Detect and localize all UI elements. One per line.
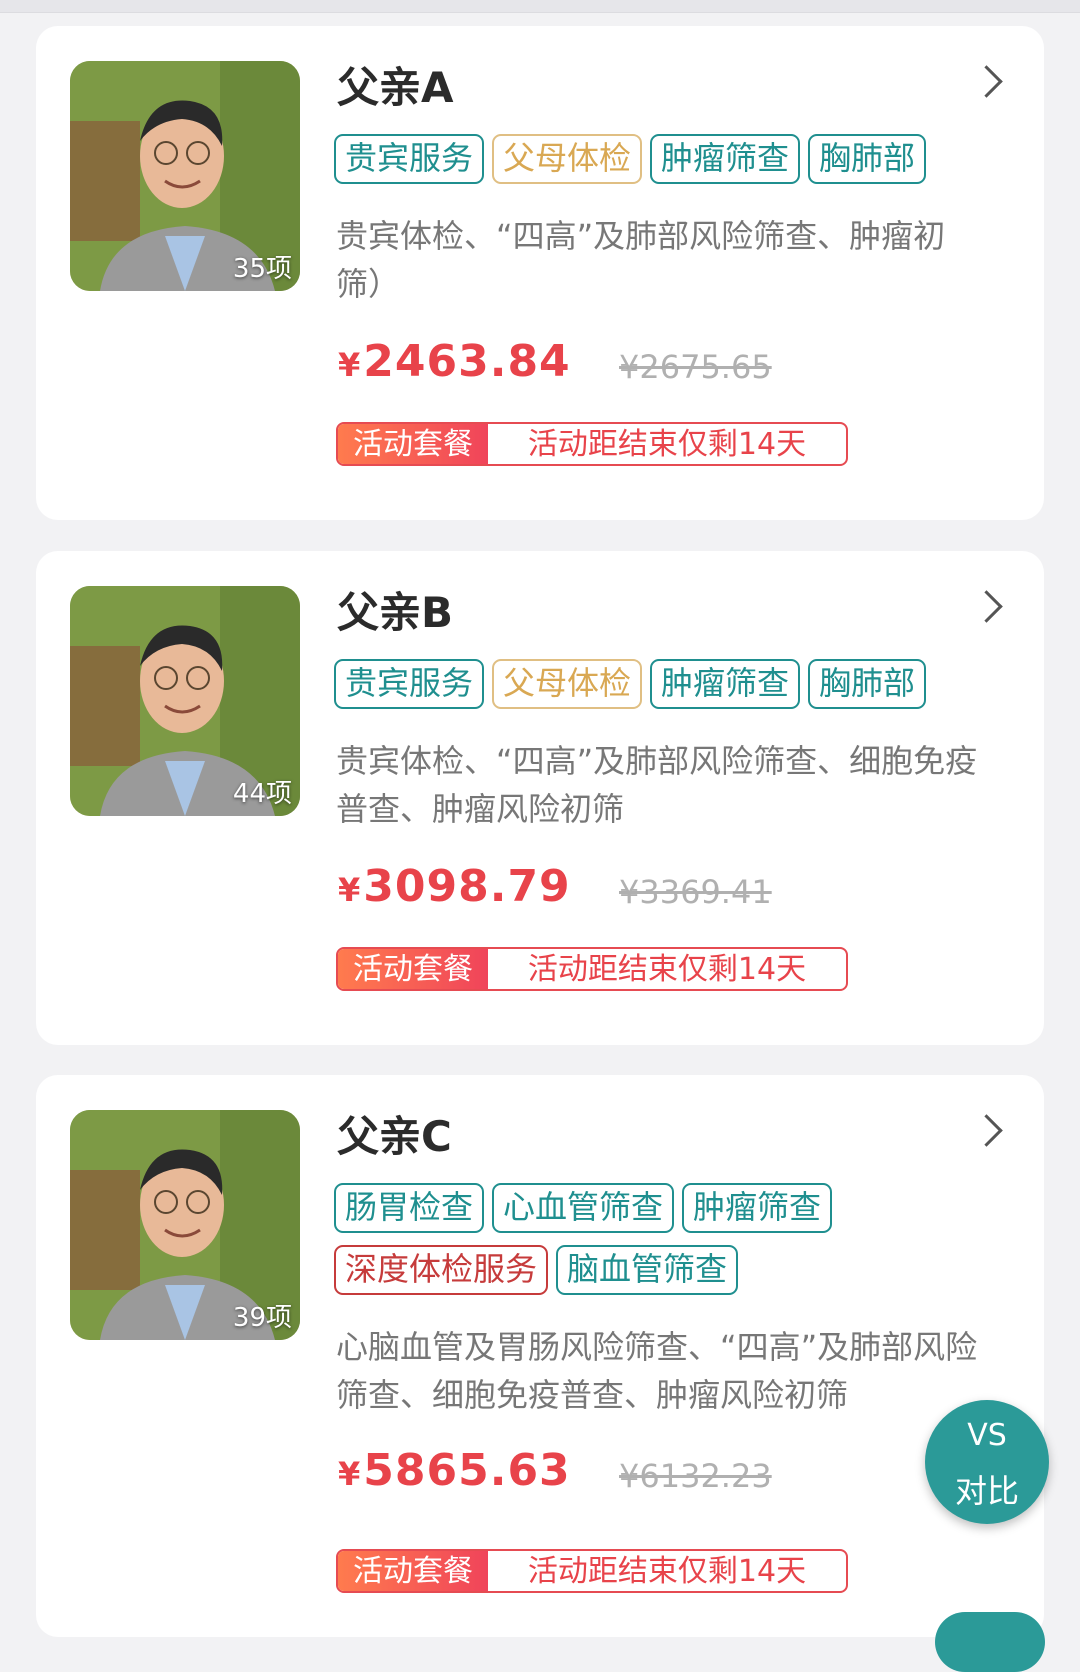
package-thumbnail: 39项 — [70, 1110, 300, 1340]
original-price: ¥2675.65 — [619, 348, 772, 386]
tag-list: 贵宾服务 父母体检 肿瘤筛查 胸肺部 — [334, 134, 1014, 196]
item-count: 39项 — [232, 1303, 292, 1333]
compare-button-vs: VS — [967, 1418, 1007, 1453]
currency-symbol: ¥ — [338, 346, 362, 384]
event-badge: 活动套餐 活动距结束仅剩14天 — [336, 1549, 848, 1593]
item-count: 35项 — [232, 254, 292, 284]
tag-list: 肠胃检查 心血管筛查 肿瘤筛查深度体检服务 脑血管筛查 — [334, 1183, 1014, 1307]
tag: 胸肺部 — [808, 659, 927, 709]
package-description: 心脑血管及胃肠风险筛查、“四高”及肺部风险筛查、细胞免疫普查、肿瘤风险初筛 — [336, 1328, 978, 1414]
top-divider — [0, 0, 1080, 13]
badge-countdown: 活动距结束仅剩14天 — [527, 427, 807, 462]
package-description: 贵宾体检、“四高”及肺部风险筛查、细胞免疫普查、肿瘤风险初筛 — [336, 742, 978, 828]
tag: 父母体检 — [492, 134, 643, 184]
chevron-right-icon[interactable] — [970, 590, 1003, 623]
event-badge: 活动套餐 活动距结束仅剩14天 — [336, 947, 848, 991]
compare-button-label: 对比 — [954, 1472, 1019, 1510]
item-count: 44项 — [232, 779, 292, 809]
price-value: 3098.79 — [363, 861, 571, 912]
price-value: 5865.63 — [363, 1445, 571, 1496]
event-badge: 活动套餐 活动距结束仅剩14天 — [336, 422, 848, 466]
tag: 脑血管筛查 — [556, 1245, 739, 1295]
current-price: ¥5865.63 — [338, 1445, 571, 1496]
badge-countdown: 活动距结束仅剩14天 — [527, 952, 807, 987]
tag: 心血管筛查 — [492, 1183, 675, 1233]
package-title: 父亲B — [337, 588, 454, 637]
original-price: ¥6132.23 — [619, 1457, 772, 1495]
chevron-right-icon[interactable] — [970, 1114, 1003, 1147]
current-price: ¥2463.84 — [338, 336, 571, 387]
package-description: 贵宾体检、“四高”及肺部风险筛查、肿瘤初筛） — [336, 217, 946, 303]
tag: 胸肺部 — [808, 134, 927, 184]
current-price: ¥3098.79 — [338, 861, 571, 912]
price-value: 2463.84 — [363, 336, 571, 387]
tag: 父母体检 — [492, 659, 643, 709]
currency-symbol: ¥ — [338, 871, 362, 909]
package-card-b[interactable]: 44项 父亲B 贵宾服务 父母体检 肿瘤筛查 胸肺部 贵宾体检、“四高”及肺部风险筛查… — [36, 551, 1044, 1045]
package-thumbnail: 44项 — [70, 586, 300, 816]
compare-button[interactable]: VS 对比 — [925, 1400, 1049, 1524]
badge-label: 活动套餐 — [338, 1551, 488, 1591]
currency-symbol: ¥ — [338, 1455, 362, 1493]
floating-button-partial[interactable] — [935, 1612, 1045, 1672]
tag: 肿瘤筛查 — [650, 134, 801, 184]
package-card-c[interactable]: 39项 父亲C 肠胃检查 心血管筛查 肿瘤筛查深度体检服务 脑血管筛查 心脑血管及胃肠… — [36, 1075, 1044, 1637]
badge-label: 活动套餐 — [338, 949, 488, 989]
original-price: ¥3369.41 — [619, 873, 772, 911]
package-title: 父亲C — [337, 1112, 452, 1161]
package-title: 父亲A — [337, 63, 454, 112]
badge-label: 活动套餐 — [338, 424, 488, 464]
badge-countdown: 活动距结束仅剩14天 — [527, 1554, 807, 1589]
tag: 肿瘤筛查 — [682, 1183, 833, 1233]
tag: 贵宾服务 — [334, 659, 485, 709]
chevron-right-icon[interactable] — [970, 65, 1003, 98]
tag: 贵宾服务 — [334, 134, 485, 184]
package-card-a[interactable]: 35项 父亲A 贵宾服务 父母体检 肿瘤筛查 胸肺部 贵宾体检、“四高”及肺部风险筛查… — [36, 26, 1044, 520]
package-thumbnail: 35项 — [70, 61, 300, 291]
tag-list: 贵宾服务 父母体检 肿瘤筛查 胸肺部 — [334, 659, 1014, 721]
tag: 肿瘤筛查 — [650, 659, 801, 709]
tag: 深度体检服务 — [334, 1245, 549, 1295]
tag: 肠胃检查 — [334, 1183, 485, 1233]
